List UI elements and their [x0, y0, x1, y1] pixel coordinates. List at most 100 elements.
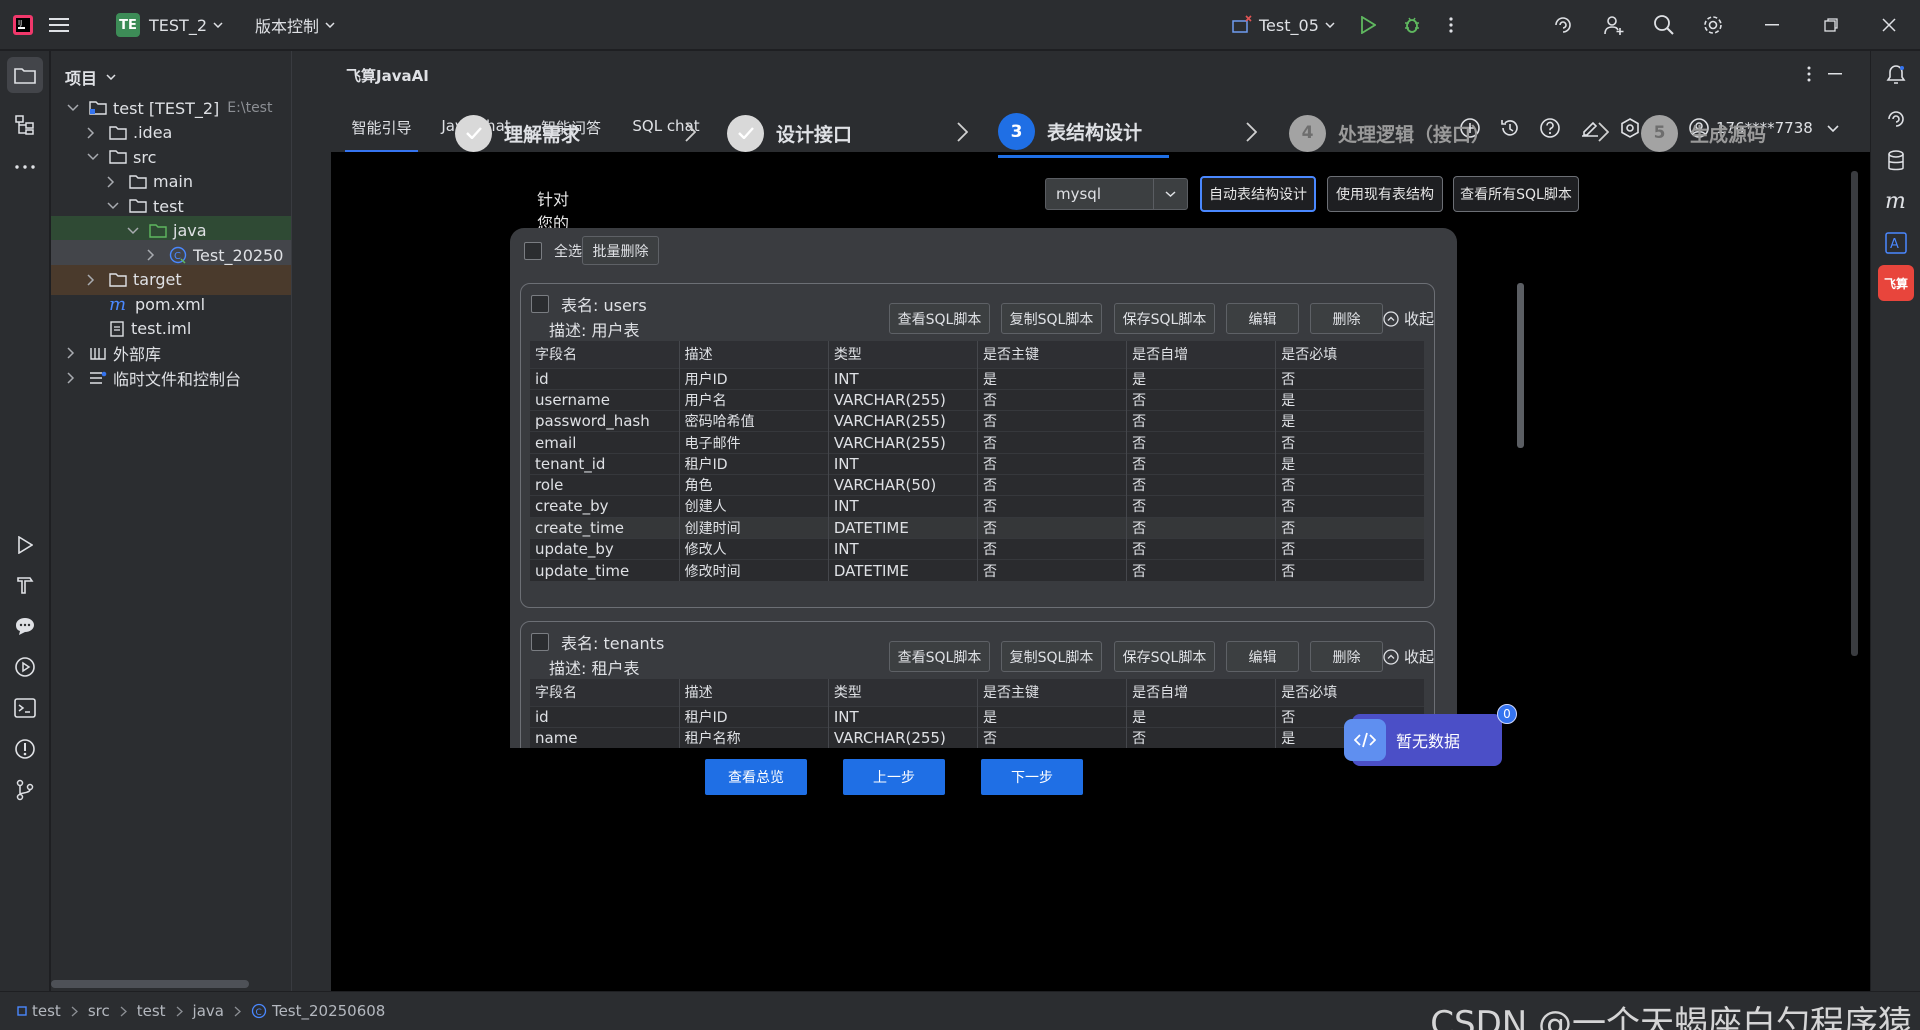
breadcrumb-item[interactable]: src [88, 1002, 110, 1020]
no-data-widget[interactable]: 暂无数据 [1344, 714, 1502, 766]
services-icon[interactable] [7, 649, 43, 685]
select-all-checkbox[interactable] [524, 242, 542, 260]
table-row[interactable]: password_hash 密码哈希值 VARCHAR(255) 否否是 [530, 410, 1424, 432]
run-icon[interactable] [1360, 0, 1376, 50]
database-icon[interactable] [1878, 143, 1914, 179]
vcs-menu[interactable]: 版本控制 [255, 0, 335, 50]
edit-button[interactable]: 编辑 [1226, 303, 1299, 334]
edit-button[interactable]: 编辑 [1226, 641, 1299, 672]
more-actions-icon[interactable] [1448, 0, 1454, 50]
settings-gear-icon[interactable] [1702, 0, 1724, 50]
project-switcher[interactable]: TE TEST_2 [116, 0, 223, 50]
plugin-title: 飞算JavaAI [346, 67, 429, 85]
app-logo-icon[interactable]: IJ [12, 0, 34, 50]
table-row[interactable]: create_time 创建时间 DATETIME 否否否 [530, 516, 1424, 539]
build-hammer-icon[interactable] [7, 567, 43, 603]
table-checkbox[interactable] [531, 295, 549, 313]
ai-assistant-rail-icon[interactable] [1878, 101, 1914, 137]
tab-smart-guide[interactable]: 智能引导 [345, 117, 418, 152]
auto-design-button[interactable]: 自动表结构设计 [1200, 176, 1316, 212]
plugin-settings-icon[interactable] [1619, 117, 1641, 139]
structure-tool-icon[interactable] [7, 107, 43, 143]
main-menu-icon[interactable] [49, 0, 71, 50]
wizard-step[interactable]: 3 表结构设计 [998, 108, 1169, 158]
delete-button[interactable]: 删除 [1310, 641, 1383, 672]
minimize-icon[interactable] [1765, 0, 1779, 50]
breadcrumb-item[interactable]: test [32, 1002, 61, 1020]
chevron-right-icon[interactable] [67, 371, 83, 384]
save-sql-button[interactable]: 保存SQL脚本 [1114, 641, 1215, 672]
table-row[interactable]: id 用户ID INT 是是否 [530, 367, 1424, 390]
table-row[interactable]: update_by 修改人 INT 否否否 [530, 537, 1424, 560]
search-icon[interactable] [1653, 0, 1675, 50]
table-row[interactable]: tenant_id 租户ID INT 否否是 [530, 452, 1424, 475]
wizard-step[interactable]: 理解需求 [455, 108, 605, 158]
options-icon[interactable] [1806, 66, 1812, 82]
notifications-icon[interactable] [1878, 57, 1914, 93]
chevron-right-icon[interactable] [87, 273, 103, 286]
wizard-step[interactable]: 设计接口 [727, 108, 877, 158]
wizard-step[interactable]: 5 生成源码 [1641, 108, 1791, 158]
project-panel-header[interactable]: 项目 [65, 64, 116, 90]
project-tool-icon[interactable] [7, 57, 43, 93]
table-row[interactable]: create_by 创建人 INT 否否否 [530, 495, 1424, 518]
table-row[interactable]: role 角色 VARCHAR(50) 否否否 [530, 473, 1424, 496]
view-sql-button[interactable]: 查看SQL脚本 [889, 641, 990, 672]
more-tools-icon[interactable] [7, 149, 43, 185]
save-sql-button[interactable]: 保存SQL脚本 [1114, 303, 1215, 334]
maven-icon[interactable]: m [1878, 183, 1914, 219]
view-overview-button[interactable]: 查看总览 [705, 759, 807, 795]
table-checkbox[interactable] [531, 633, 549, 651]
translate-icon[interactable]: A [1878, 225, 1914, 261]
table-cell: 是 [1126, 367, 1277, 390]
list-vertical-scrollbar[interactable] [1517, 283, 1524, 448]
chevron-down-icon[interactable] [107, 202, 123, 210]
breadcrumb-item[interactable]: java [193, 1002, 224, 1020]
view-all-sql-button[interactable]: 查看所有SQL脚本 [1453, 176, 1579, 212]
project-horizontal-scrollbar[interactable] [51, 980, 249, 988]
use-existing-button[interactable]: 使用现有表结构 [1327, 176, 1443, 212]
chevron-right-icon[interactable] [107, 175, 123, 188]
terminal-icon[interactable] [7, 690, 43, 726]
table-row[interactable]: name 租户名称 VARCHAR(255) 否否是 [530, 726, 1424, 748]
database-type-select[interactable]: mysql [1045, 178, 1188, 210]
run-tool-icon[interactable] [7, 527, 43, 563]
panel-vertical-scrollbar[interactable] [1851, 171, 1858, 656]
chevron-down-icon[interactable] [127, 226, 143, 235]
breadcrumb-item[interactable]: test [137, 1002, 166, 1020]
help-icon[interactable] [1539, 117, 1561, 139]
table-row[interactable]: id 租户ID INT 是是否 [530, 705, 1424, 728]
table-row[interactable]: email 电子邮件 VARCHAR(255) 否否否 [530, 431, 1424, 454]
breadcrumb-item[interactable]: Test_20250608 [272, 1002, 385, 1020]
hide-panel-icon[interactable] [1828, 73, 1842, 75]
select-all[interactable]: 全选 [524, 241, 582, 261]
table-row[interactable]: username 用户名 VARCHAR(255) 否否是 [530, 388, 1424, 411]
copy-sql-button[interactable]: 复制SQL脚本 [1001, 303, 1102, 334]
problems-icon[interactable] [7, 731, 43, 767]
tree-item[interactable]: 临时文件和控制台 [51, 363, 291, 393]
chevron-right-icon[interactable] [147, 249, 163, 261]
view-sql-button[interactable]: 查看SQL脚本 [889, 303, 990, 334]
run-config-selector[interactable]: Test_05 [1231, 0, 1335, 50]
previous-step-button[interactable]: 上一步 [843, 759, 945, 795]
collapse-toggle[interactable]: 收起 [1383, 646, 1434, 667]
ai-chat-icon[interactable] [7, 608, 43, 644]
restore-icon[interactable] [1824, 0, 1838, 50]
chevron-right-icon[interactable] [87, 126, 103, 139]
git-icon[interactable] [7, 772, 43, 808]
debug-icon[interactable] [1402, 0, 1422, 50]
wizard-step[interactable]: 4 处理逻辑（接口） [1289, 108, 1509, 158]
add-user-icon[interactable] [1603, 0, 1625, 50]
table-row[interactable]: update_time 修改时间 DATETIME 否否否 [530, 559, 1424, 581]
chevron-down-icon[interactable] [67, 104, 83, 112]
ai-assistant-icon[interactable] [1552, 0, 1574, 50]
delete-button[interactable]: 删除 [1310, 303, 1383, 334]
feisuan-plugin-icon[interactable]: 飞算 [1878, 265, 1914, 301]
next-step-button[interactable]: 下一步 [981, 759, 1083, 795]
chevron-down-icon[interactable] [87, 153, 103, 161]
chevron-right-icon[interactable] [67, 347, 83, 359]
copy-sql-button[interactable]: 复制SQL脚本 [1001, 641, 1102, 672]
close-icon[interactable] [1882, 0, 1896, 50]
collapse-toggle[interactable]: 收起 [1383, 308, 1434, 329]
batch-delete-button[interactable]: 批量删除 [582, 236, 659, 265]
